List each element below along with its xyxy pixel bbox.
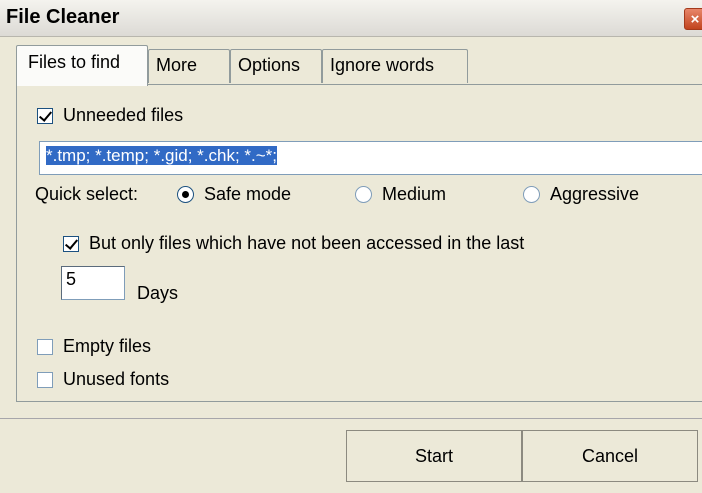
days-input[interactable]: 5 — [61, 266, 125, 300]
checkbox-icon — [37, 107, 53, 124]
radio-safe-mode-label: Safe mode — [204, 184, 292, 204]
start-button[interactable]: Start — [346, 430, 522, 482]
radio-medium-label: Medium — [382, 184, 447, 204]
footer-divider — [0, 418, 702, 419]
cancel-button[interactable]: Cancel — [522, 430, 698, 482]
quick-select-label: Quick select: — [35, 184, 139, 204]
radio-selected-icon — [177, 186, 194, 203]
checkbox-icon — [37, 371, 53, 388]
checkbox-icon — [63, 235, 79, 252]
empty-files-checkbox[interactable]: Empty files — [37, 336, 151, 357]
radio-aggressive[interactable]: Aggressive — [523, 184, 639, 205]
radio-safe-mode[interactable]: Safe mode — [177, 184, 291, 205]
tab-ignore-words[interactable]: Ignore words — [322, 49, 468, 83]
not-accessed-label: But only files which have not been acces… — [89, 233, 525, 253]
window-title: File Cleaner — [6, 6, 120, 28]
close-icon[interactable]: × — [684, 8, 702, 30]
radio-icon — [523, 186, 540, 203]
tab-options[interactable]: Options — [230, 49, 322, 83]
radio-icon — [355, 186, 372, 203]
unneeded-files-checkbox[interactable]: Unneeded files — [37, 105, 183, 126]
not-accessed-checkbox[interactable]: But only files which have not been acces… — [63, 233, 524, 254]
title-bar[interactable]: File Cleaner × — [0, 0, 702, 37]
radio-aggressive-label: Aggressive — [550, 184, 640, 204]
unused-fonts-checkbox[interactable]: Unused fonts — [37, 369, 169, 390]
file-pattern-input[interactable]: *.tmp; *.temp; *.gid; *.chk; *.~*; — [39, 141, 702, 175]
unused-fonts-label: Unused fonts — [63, 369, 170, 389]
empty-files-label: Empty files — [63, 336, 152, 356]
tab-files-to-find[interactable]: Files to find — [16, 45, 148, 86]
checkbox-icon — [37, 338, 53, 355]
file-pattern-value: *.tmp; *.temp; *.gid; *.chk; *.~*; — [46, 146, 278, 165]
radio-medium[interactable]: Medium — [355, 184, 446, 205]
tab-more[interactable]: More — [148, 49, 230, 83]
unneeded-files-label: Unneeded files — [63, 105, 184, 125]
days-label: Days — [137, 283, 179, 303]
files-to-find-panel: Unneeded files *.tmp; *.temp; *.gid; *.c… — [16, 84, 702, 402]
file-cleaner-window: File Cleaner × Files to find More Option… — [0, 0, 702, 493]
